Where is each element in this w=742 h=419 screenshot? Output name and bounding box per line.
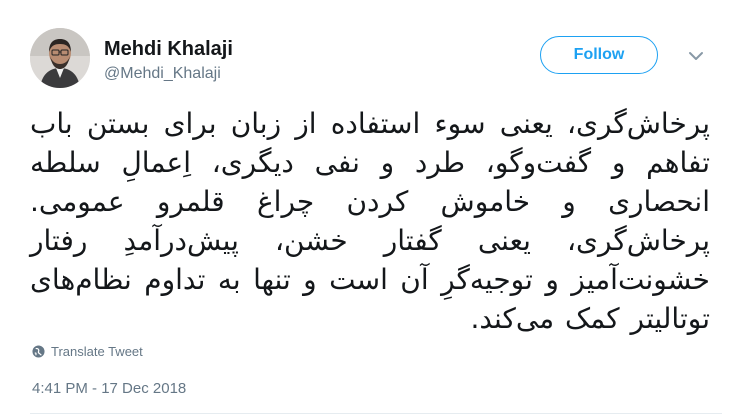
follow-button[interactable]: Follow [540,36,658,74]
tweet-timestamp[interactable]: 4:41 PM - 17 Dec 2018 [32,380,186,397]
author-info: Mehdi Khalaji @Mehdi_Khalaji [104,37,233,84]
globe-icon [32,345,45,358]
chevron-down-icon[interactable] [688,48,704,64]
translate-label: Translate Tweet [51,344,143,359]
tweet-text: پرخاش‌گری، یعنی سوء استفاده از زبان برای… [30,107,710,335]
divider [30,413,722,414]
display-name[interactable]: Mehdi Khalaji [104,37,233,61]
tweet-header: Mehdi Khalaji @Mehdi_Khalaji Follow [30,28,722,88]
user-handle[interactable]: @Mehdi_Khalaji [104,64,233,84]
translate-tweet-link[interactable]: Translate Tweet [32,344,143,359]
avatar[interactable] [30,28,90,88]
